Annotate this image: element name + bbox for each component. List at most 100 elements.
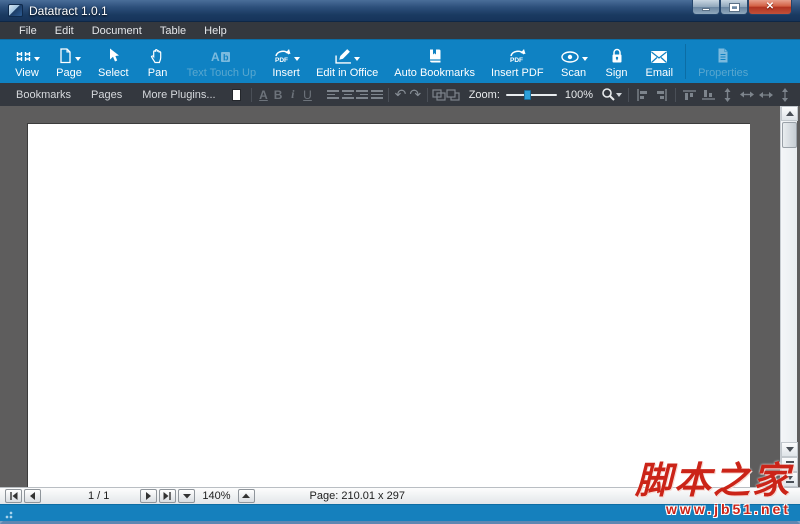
toolbar-button-scan[interactable]: Scan [552,40,596,83]
menu-edit[interactable]: Edit [46,23,83,39]
toolbar-button-pan[interactable]: Pan [137,40,179,83]
next-page-button[interactable] [140,489,158,503]
text-touch-up-icon: Ab [211,50,231,64]
edit-pencil-icon [335,48,351,64]
page-down-icon [785,476,794,483]
toolbar-button-insert-pdf[interactable]: PDF Insert PDF [483,40,552,83]
triangle-down-icon [182,494,191,499]
triangle-down-icon [785,447,794,452]
toolbar-button-label: Select [98,66,129,79]
scrollbar-thumb[interactable] [782,122,797,148]
properties-icon [718,48,728,62]
menu-document[interactable]: Document [83,23,151,39]
align-left-icon[interactable] [326,87,341,103]
align-bottom-edge-icon[interactable] [699,87,718,103]
scroll-up-button[interactable] [781,106,798,121]
zoom-out-stepper[interactable] [178,489,196,503]
close-button[interactable]: ✕ [748,0,792,15]
toolbar-button-select[interactable]: Select [90,40,137,83]
previous-page-icon [30,492,35,500]
zoom-slider-handle[interactable] [524,89,532,100]
pan-hand-icon [150,48,161,63]
zoom-search-button[interactable] [601,87,616,103]
status-zoom-value: 140% [202,490,231,502]
scan-eye-icon [560,50,579,63]
align-right-edge-icon[interactable] [652,87,671,103]
document-page[interactable] [27,123,750,487]
minimize-icon [702,7,710,11]
zoom-slider[interactable] [505,88,557,102]
undo-icon[interactable]: ↶ [393,86,408,103]
align-top-edge-icon[interactable] [680,87,699,103]
font-icon[interactable]: A [256,87,271,103]
toolbar-button-auto-bookmarks[interactable]: Auto Bookmarks [386,40,483,83]
toolbar-separator [685,44,687,79]
close-icon: ✕ [765,1,775,12]
previous-page-scroll-button[interactable] [781,457,798,472]
toolbar-button-label: Insert PDF [490,66,544,79]
toolbar-button-edit-in-office[interactable]: Edit in Office [308,40,386,83]
previous-page-button[interactable] [24,489,41,503]
toolbar-button-label: Text Touch Up [186,66,257,79]
email-envelope-icon [651,50,668,63]
zoom-in-stepper[interactable] [237,489,255,503]
send-backward-icon[interactable] [446,87,461,103]
toolbar-button-properties[interactable]: Properties [690,40,756,83]
align-right-icon[interactable] [355,87,370,103]
insert-pdf-arrow-icon: PDF [275,48,291,64]
distribute-vertical-icon[interactable] [718,87,737,103]
chevron-down-icon[interactable] [616,92,623,97]
bookmarks-button[interactable]: Bookmarks [6,89,81,101]
resize-grip-icon[interactable] [5,509,15,519]
scroll-down-button[interactable] [781,442,798,457]
window-title: Datatract 1.0.1 [29,3,108,18]
svg-text:A: A [211,50,220,64]
last-page-icon [163,492,172,500]
italic-icon[interactable]: i [285,87,300,103]
next-page-icon [146,492,152,500]
page-icon [60,47,71,63]
toolbar-button-email[interactable]: Email [638,40,682,83]
bring-forward-icon[interactable] [431,87,446,103]
toolbar-button-label: Sign [605,66,628,79]
secondary-toolbar: Bookmarks Pages More Plugins... A B i U … [0,83,800,106]
app-logo-icon [8,4,23,17]
color-swatch[interactable] [231,88,242,101]
toolbar-button-label: Insert [272,66,300,79]
app-window: Datatract 1.0.1 ✕ File Edit Document Tab… [0,0,800,524]
align-left-edge-icon[interactable] [633,87,652,103]
menu-file[interactable]: File [10,23,46,39]
chevron-down-icon [294,56,301,61]
sign-lock-icon [612,48,622,62]
more-plugins-button[interactable]: More Plugins... [132,89,225,101]
toolbar-button-view[interactable]: View [6,40,48,83]
toolbar-button-sign[interactable]: Sign [596,40,638,83]
toolbar-button-page[interactable]: Page [48,40,90,83]
toolbar-button-insert[interactable]: PDF Insert [264,40,308,83]
page-indicator: 1 / 1 [88,490,110,502]
redo-icon[interactable]: ↷ [408,86,423,103]
last-page-button[interactable] [159,489,177,503]
same-width-icon[interactable] [756,87,775,103]
underline-icon[interactable]: U [300,87,315,103]
chevron-down-icon [353,56,360,61]
toolbar-button-text-touch-up[interactable]: Ab Text Touch Up [179,40,265,83]
maximize-icon [729,3,739,11]
first-page-button[interactable] [5,489,22,503]
same-height-icon[interactable] [775,87,794,103]
align-center-icon[interactable] [340,87,355,103]
page-up-icon [785,461,794,468]
minimize-button[interactable] [692,0,720,15]
toolbar-separator [426,87,428,102]
next-page-scroll-button[interactable] [781,472,798,487]
distribute-horizontal-icon[interactable] [737,87,756,103]
maximize-button[interactable] [720,0,748,15]
menu-help[interactable]: Help [195,23,236,39]
svg-text:PDF: PDF [275,57,288,64]
pages-button[interactable]: Pages [81,89,132,101]
align-justify-icon[interactable] [370,87,385,103]
menu-table[interactable]: Table [151,23,195,39]
vertical-scrollbar[interactable] [780,106,798,487]
triangle-up-icon [785,111,794,116]
bold-icon[interactable]: B [271,87,286,103]
